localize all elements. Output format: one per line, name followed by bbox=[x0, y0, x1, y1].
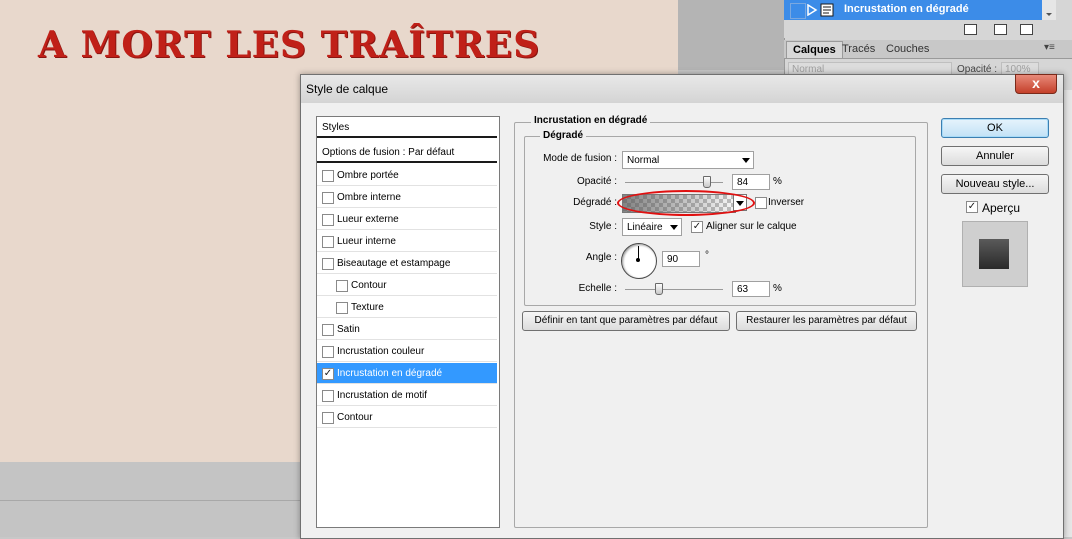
reverse-checkbox[interactable] bbox=[755, 197, 767, 209]
reset-default-button[interactable]: Restaurer les paramètres par défaut bbox=[736, 311, 917, 331]
effect-item[interactable]: Lueur interne bbox=[317, 231, 497, 252]
effect-item[interactable]: Ombre portée bbox=[317, 165, 497, 186]
effect-checkbox[interactable] bbox=[336, 302, 348, 314]
list-item-label: Styles bbox=[322, 122, 350, 133]
list-item-label: Texture bbox=[351, 302, 384, 313]
list-item-label: Ombre interne bbox=[337, 192, 401, 203]
blend-mode-value: Normal bbox=[627, 155, 660, 166]
effect-checkbox[interactable] bbox=[322, 346, 334, 358]
list-item-label: Lueur externe bbox=[337, 214, 399, 225]
list-item-label: Incrustation de motif bbox=[337, 390, 428, 401]
layer-link-icon[interactable] bbox=[994, 24, 1007, 35]
visibility-toggle[interactable] bbox=[790, 3, 806, 19]
dialog-title: Style de calque bbox=[306, 82, 389, 96]
effect-item[interactable]: Contour bbox=[317, 407, 497, 428]
effect-item[interactable]: ✓ Incrustation en dégradé bbox=[317, 363, 497, 384]
effect-item[interactable]: Incrustation de motif bbox=[317, 385, 497, 406]
group-title: Incrustation en dégradé bbox=[531, 115, 651, 126]
list-item-label: Ombre portée bbox=[337, 170, 399, 181]
effect-checkbox[interactable] bbox=[322, 390, 334, 402]
angle-field[interactable]: 90 bbox=[662, 251, 700, 267]
set-default-button[interactable]: Définir en tant que paramètres par défau… bbox=[522, 311, 730, 331]
ok-button[interactable]: OK bbox=[941, 118, 1049, 138]
effect-indicator-icon bbox=[806, 3, 818, 17]
opacity-label: Opacité : bbox=[576, 176, 617, 187]
opacity-slider-thumb[interactable] bbox=[703, 176, 711, 188]
layer-comp-icon[interactable] bbox=[964, 24, 977, 35]
angle-label: Angle : bbox=[585, 252, 617, 263]
list-item-label: Lueur interne bbox=[337, 236, 396, 247]
close-button[interactable]: x bbox=[1015, 74, 1057, 94]
opacity-field[interactable]: 84 bbox=[732, 174, 770, 190]
scale-slider[interactable] bbox=[625, 289, 723, 290]
chevron-down-icon bbox=[670, 225, 678, 230]
tab-couches[interactable]: Couches bbox=[880, 41, 935, 57]
scale-slider-thumb[interactable] bbox=[655, 283, 663, 295]
opacity-percent: % bbox=[773, 176, 782, 187]
list-item-label: Options de fusion : Par défaut bbox=[322, 147, 455, 158]
effect-item[interactable]: Satin bbox=[317, 319, 497, 340]
style-select[interactable]: Linéaire bbox=[622, 218, 682, 236]
scale-label: Echelle : bbox=[578, 283, 617, 294]
effect-item[interactable]: Lueur externe bbox=[317, 209, 497, 230]
layers-scrollbar[interactable] bbox=[1042, 0, 1056, 20]
styles-header[interactable]: Styles bbox=[317, 117, 497, 138]
style-value: Linéaire bbox=[627, 222, 663, 233]
highlight-ellipse bbox=[617, 190, 755, 216]
effect-item[interactable]: Contour bbox=[317, 275, 497, 296]
degree-symbol: ° bbox=[705, 250, 709, 261]
subgroup-title: Dégradé bbox=[540, 130, 587, 141]
effect-item[interactable]: Incrustation couleur bbox=[317, 341, 497, 362]
effect-checkbox[interactable] bbox=[322, 412, 334, 424]
workspace-background bbox=[678, 0, 784, 70]
align-layer-label: Aligner sur le calque bbox=[706, 221, 797, 232]
blend-mode-select[interactable]: Normal bbox=[622, 151, 754, 169]
tab-calques[interactable]: Calques bbox=[786, 41, 843, 58]
layer-name[interactable]: Incrustation en dégradé bbox=[844, 3, 969, 15]
effect-checkbox[interactable] bbox=[322, 324, 334, 336]
dialog-titlebar[interactable] bbox=[301, 75, 1063, 103]
effect-checkbox[interactable] bbox=[322, 170, 334, 182]
effect-checkbox[interactable]: ✓ bbox=[322, 368, 334, 380]
effect-checkbox[interactable] bbox=[336, 280, 348, 292]
angle-center-dot bbox=[636, 258, 640, 262]
style-label: Style : bbox=[589, 221, 617, 232]
blend-options-item[interactable]: Options de fusion : Par défaut bbox=[317, 142, 497, 163]
list-item-label: Incrustation couleur bbox=[337, 346, 425, 357]
scale-field[interactable]: 63 bbox=[732, 281, 770, 297]
divider bbox=[0, 500, 300, 501]
cancel-button[interactable]: Annuler bbox=[941, 146, 1049, 166]
align-layer-checkbox[interactable]: ✓ bbox=[691, 221, 703, 233]
preview-label: Aperçu bbox=[982, 201, 1021, 215]
blend-mode-label: Mode de fusion : bbox=[543, 153, 617, 164]
canvas-title-text: A MORT LES TRAÎTRES bbox=[38, 24, 541, 66]
list-item-label: Contour bbox=[337, 412, 373, 423]
effect-checkbox[interactable] bbox=[322, 258, 334, 270]
layers-toolbar bbox=[784, 20, 1056, 38]
close-icon: x bbox=[1032, 75, 1040, 91]
tab-traces[interactable]: Tracés bbox=[836, 41, 881, 57]
preview-thumbnail bbox=[979, 239, 1009, 269]
reverse-label: Inverser bbox=[768, 197, 805, 208]
preview-checkbox[interactable]: ✓ bbox=[966, 201, 978, 213]
list-item-label: Satin bbox=[337, 324, 360, 335]
effect-checkbox[interactable] bbox=[322, 214, 334, 226]
layer-delete-icon[interactable] bbox=[1020, 24, 1033, 35]
panel-menu-icon[interactable]: ▾≡ bbox=[1044, 42, 1055, 53]
effect-item[interactable]: Texture bbox=[317, 297, 497, 318]
list-item-label: Biseautage et estampage bbox=[337, 258, 451, 269]
effect-checkbox[interactable] bbox=[322, 236, 334, 248]
list-item-label: Incrustation en dégradé bbox=[337, 368, 443, 379]
list-item-label: Contour bbox=[351, 280, 387, 291]
scale-percent: % bbox=[773, 283, 782, 294]
chevron-down-icon bbox=[742, 158, 750, 163]
new-style-button[interactable]: Nouveau style... bbox=[941, 174, 1049, 194]
effect-item[interactable]: Biseautage et estampage bbox=[317, 253, 497, 274]
effect-item[interactable]: Ombre interne bbox=[317, 187, 497, 208]
layer-effects-icon[interactable] bbox=[820, 3, 834, 17]
gradient-label: Dégradé : bbox=[573, 197, 617, 208]
effect-checkbox[interactable] bbox=[322, 192, 334, 204]
